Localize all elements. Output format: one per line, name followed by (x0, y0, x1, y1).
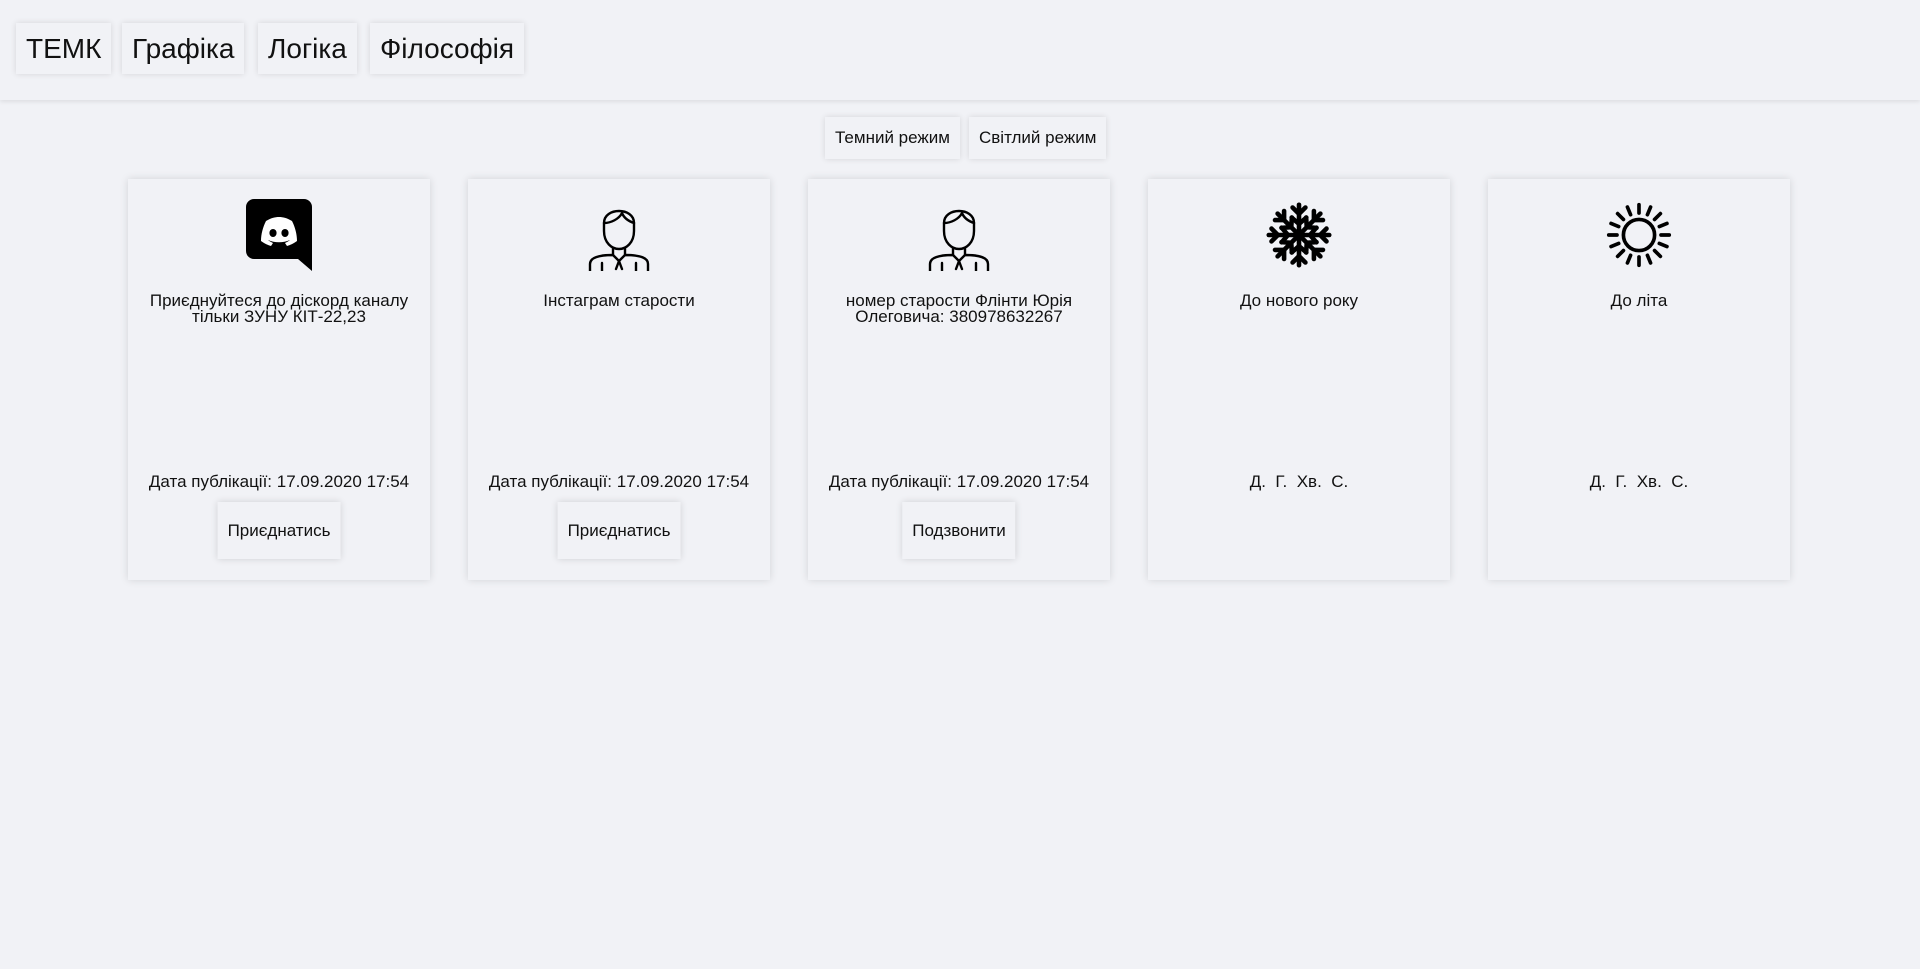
card-title: До літа (1610, 291, 1668, 310)
light-mode-button[interactable]: Світлий режим (969, 117, 1107, 159)
sun-icon (1606, 199, 1672, 271)
join-discord-button[interactable]: Приєднатись (217, 502, 341, 559)
publish-date: Дата публікації: 17.09.2020 17:54 (148, 472, 410, 491)
top-navigation-bar: ТЕМК Графіка Логіка Філософія (0, 0, 1920, 100)
countdown-timer: Д. Г. Хв. С. (1589, 472, 1689, 491)
snowflake-icon (1266, 199, 1332, 271)
nav-item-philosophy[interactable]: Філософія (370, 23, 525, 74)
nav-item-graphics[interactable]: Графіка (122, 23, 245, 74)
card-new-year-countdown: До нового року Д. Г. Хв. С. (1148, 179, 1450, 580)
person-icon (926, 199, 992, 271)
countdown-timer: Д. Г. Хв. С. (1249, 472, 1349, 491)
join-instagram-button[interactable]: Приєднатись (557, 502, 681, 559)
card-instagram: Інстаграм старости Дата публікації: 17.0… (468, 179, 770, 580)
nav-item-logic[interactable]: Логіка (258, 23, 357, 74)
card-title: Інстаграм старости (543, 291, 695, 310)
card-discord: Приєднуйтеся до діскорд каналу тільки ЗУ… (128, 179, 430, 580)
nav-item-temk[interactable]: ТЕМК (16, 23, 112, 74)
publish-date: Дата публікації: 17.09.2020 17:54 (828, 472, 1090, 491)
publish-date: Дата публікації: 17.09.2020 17:54 (488, 472, 750, 491)
call-button[interactable]: Подзвонити (902, 502, 1016, 559)
card-title: До нового року (1239, 291, 1359, 310)
card-title: Приєднуйтеся до діскорд каналу тільки ЗУ… (149, 291, 409, 326)
card-title: номер старости Флінти Юрія Олеговича: 38… (845, 291, 1073, 326)
discord-icon (246, 199, 312, 271)
dark-mode-button[interactable]: Темний режим (825, 117, 960, 159)
person-icon (586, 199, 652, 271)
card-phone: номер старости Флінти Юрія Олеговича: 38… (808, 179, 1110, 580)
card-summer-countdown: До літа Д. Г. Хв. С. (1488, 179, 1790, 580)
